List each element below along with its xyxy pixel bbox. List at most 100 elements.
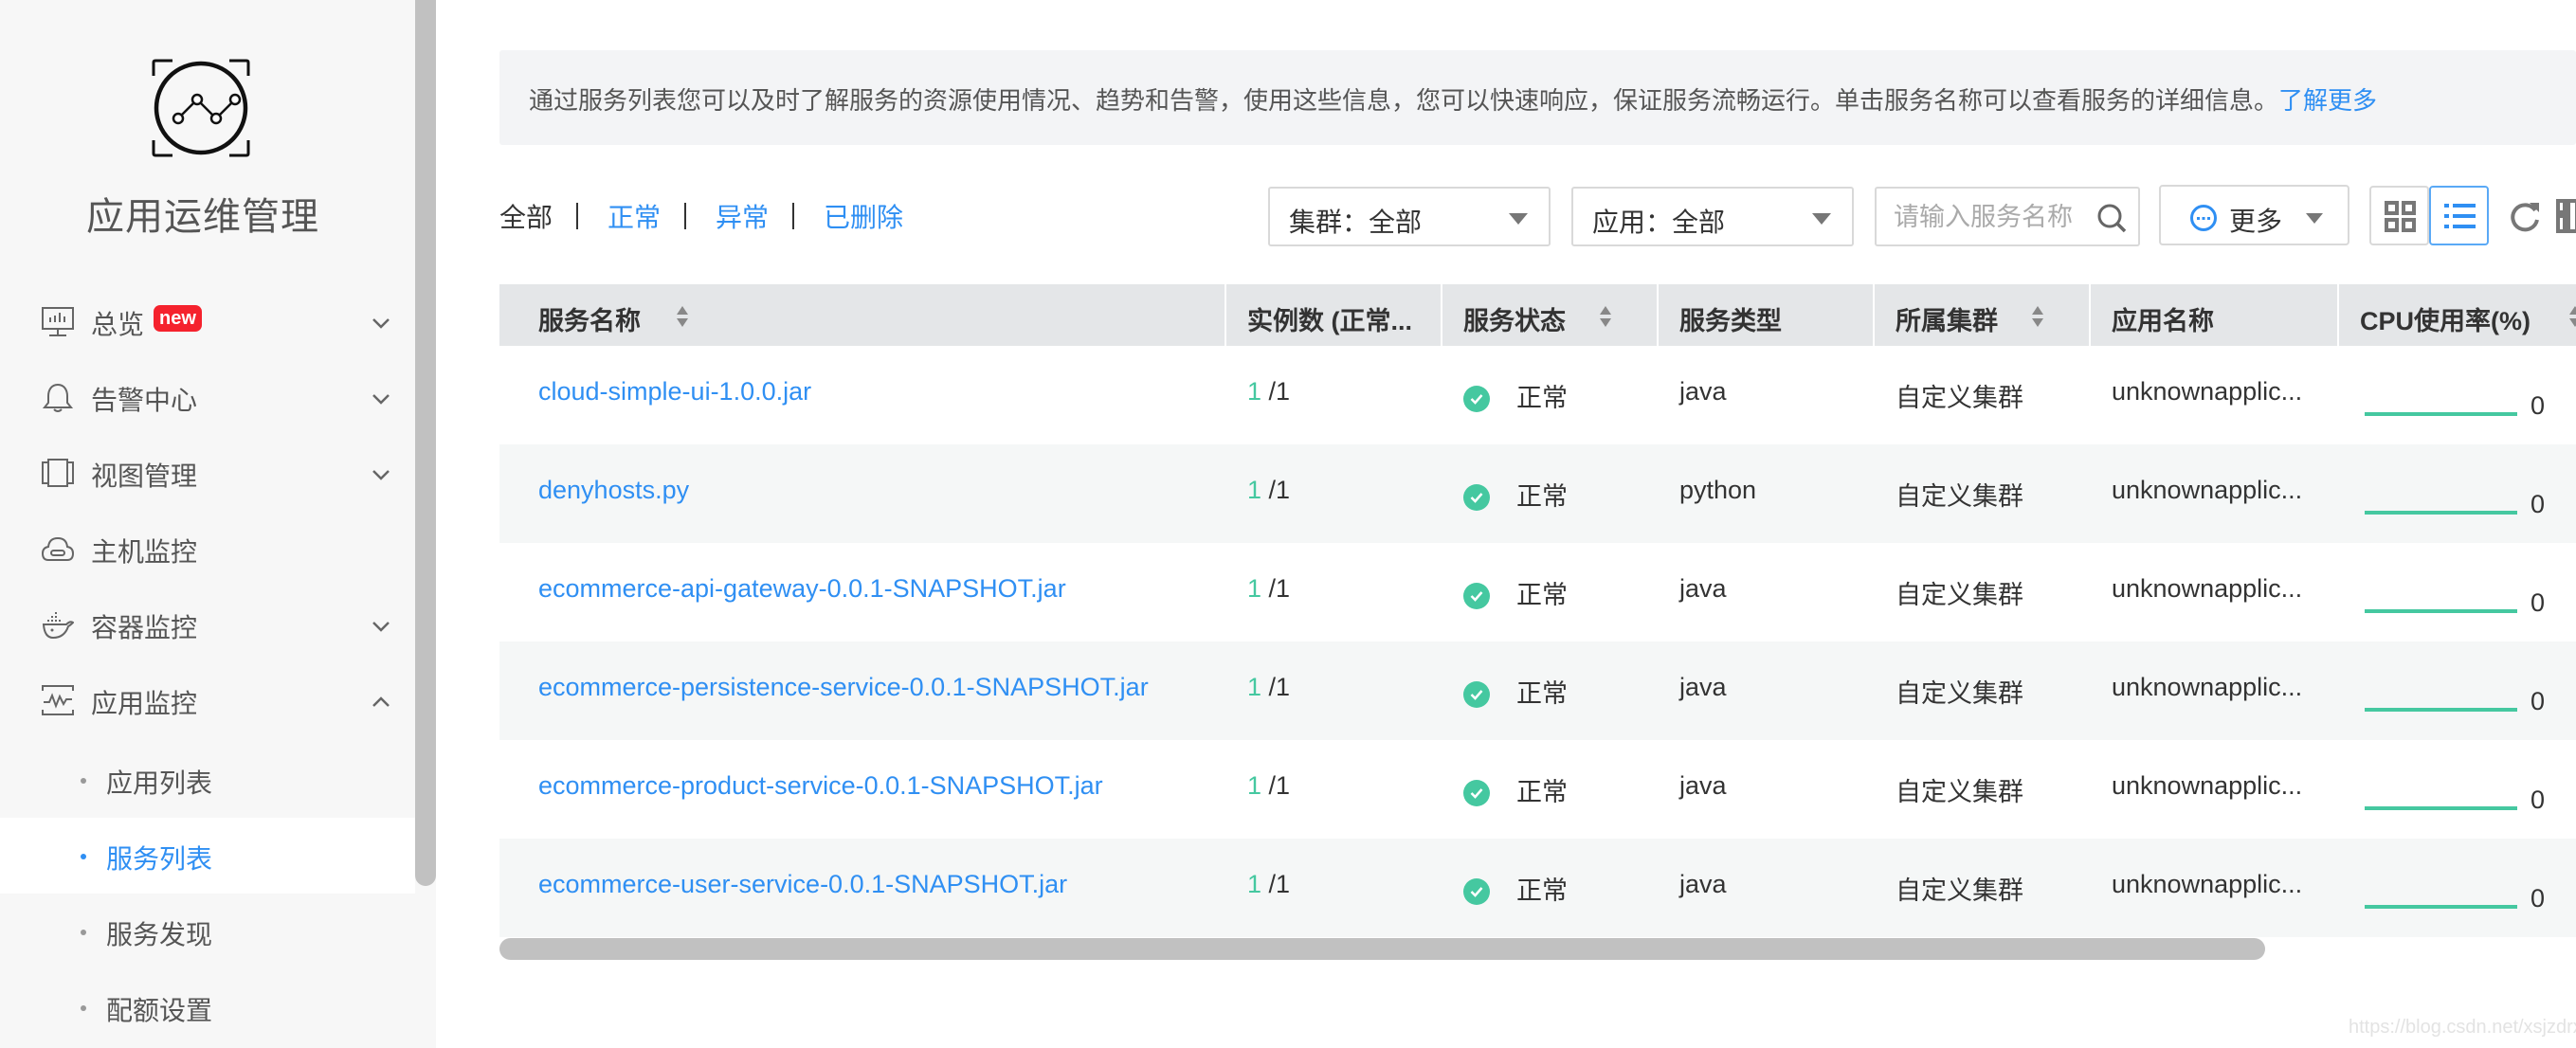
cpu-usage-value: 0 <box>2531 391 2546 420</box>
app-select[interactable]: 应用：全部 <box>1571 187 1854 246</box>
monitor-chart-icon <box>42 307 74 336</box>
sort-icon[interactable] <box>1599 304 1612 329</box>
tab-deleted[interactable]: 已删除 <box>824 197 903 235</box>
table-row[interactable]: ecommerce-product-service-0.0.1-SNAPSHOT… <box>499 740 2576 839</box>
service-name-link[interactable]: ecommerce-api-gateway-0.0.1-SNAPSHOT.jar <box>538 574 1066 604</box>
more-circle-icon <box>2190 205 2217 231</box>
table-header: 服务名称 实例数 (正常... 服务状态 服务类型 所属集群 应用名称 CPU使… <box>499 284 2576 346</box>
service-name-link[interactable]: ecommerce-user-service-0.0.1-SNAPSHOT.ja… <box>538 870 1067 899</box>
sidebar-item-label: 主机监控 <box>91 537 198 567</box>
cpu-usage-value: 0 <box>2531 490 2546 518</box>
service-status: 正常 <box>1516 581 1568 609</box>
service-status: 正常 <box>1516 778 1568 806</box>
healthy-instance-count: 1 <box>1247 870 1262 898</box>
column-header-label: CPU使用率(%) <box>2360 307 2531 335</box>
search-input[interactable] <box>1894 200 2093 234</box>
tab-divider <box>792 203 795 229</box>
column-header-label: 服务名称 <box>538 307 641 335</box>
more-button[interactable]: 更多 <box>2159 185 2349 245</box>
sort-icon[interactable] <box>2031 304 2044 329</box>
sidebar-subitem-quota-settings[interactable]: 配额设置 <box>0 969 415 1045</box>
caret-down-icon <box>1509 213 1528 225</box>
app-name: unknownapplic... <box>2112 574 2303 603</box>
cpu-sparkline <box>2365 806 2517 810</box>
sidebar-item-label: 视图管理 <box>91 461 198 491</box>
column-header-instances[interactable]: 实例数 (正常... <box>1226 284 1442 346</box>
total-instance-count: /1 <box>1268 673 1291 701</box>
cpu-usage-value: 0 <box>2531 687 2546 715</box>
column-header-status[interactable]: 服务状态 <box>1442 284 1659 346</box>
tab-divider <box>684 203 687 229</box>
tab-abnormal[interactable]: 异常 <box>716 197 769 235</box>
cluster-select-value: 集群：全部 <box>1289 208 1423 237</box>
learn-more-link[interactable]: 了解更多 <box>2278 86 2377 115</box>
service-status: 正常 <box>1516 482 1568 511</box>
bell-icon <box>42 383 74 412</box>
column-header-app-name[interactable]: 应用名称 <box>2091 284 2339 346</box>
grid-icon <box>2385 201 2416 232</box>
healthy-instance-count: 1 <box>1247 673 1262 701</box>
sidebar-scrollbar-thumb[interactable] <box>415 0 436 886</box>
service-name-link[interactable]: ecommerce-product-service-0.0.1-SNAPSHOT… <box>538 771 1103 801</box>
sidebar-item-alarm-center[interactable]: 告警中心 <box>0 361 415 437</box>
table-row[interactable]: ecommerce-user-service-0.0.1-SNAPSHOT.ja… <box>499 839 2576 937</box>
instance-count: 1 /1 <box>1247 771 1290 801</box>
service-type: java <box>1679 771 1727 800</box>
service-name-link[interactable]: denyhosts.py <box>538 476 689 505</box>
sidebar-subitem-service-list[interactable]: 服务列表 <box>0 818 415 894</box>
sidebar-item-overview[interactable]: 总览 new <box>0 285 415 361</box>
cpu-usage-value: 0 <box>2531 786 2546 814</box>
table-row[interactable]: ecommerce-api-gateway-0.0.1-SNAPSHOT.jar… <box>499 543 2576 641</box>
column-header-label: 所属集群 <box>1896 307 1998 335</box>
bullet-dot <box>81 1005 86 1011</box>
sort-icon[interactable] <box>676 304 689 329</box>
service-type: java <box>1679 673 1727 701</box>
sidebar-item-label: 告警中心 <box>91 386 198 415</box>
grid-view-button[interactable] <box>2369 186 2429 245</box>
service-name-link[interactable]: cloud-simple-ui-1.0.0.jar <box>538 377 811 407</box>
service-name-link[interactable]: ecommerce-persistence-service-0.0.1-SNAP… <box>538 673 1149 702</box>
sidebar-item-container-monitor[interactable]: 容器监控 <box>0 588 415 664</box>
column-header-cluster[interactable]: 所属集群 <box>1875 284 2091 346</box>
search-icon[interactable] <box>2096 203 2127 233</box>
watermark: https://blog.csdn.net/xsjzdrxsjzdr <box>2349 1017 2576 1038</box>
tab-all[interactable]: 全部 <box>499 197 553 235</box>
app-name: unknownapplic... <box>2112 377 2303 406</box>
list-view-button[interactable] <box>2429 186 2489 245</box>
column-header-service-name[interactable]: 服务名称 <box>499 284 1226 346</box>
sidebar-subitem-service-discovery[interactable]: 服务发现 <box>0 894 415 969</box>
column-settings-icon[interactable] <box>2556 199 2576 233</box>
sort-icon[interactable] <box>2568 304 2576 329</box>
cpu-usage-value: 0 <box>2531 588 2546 617</box>
sidebar-item-view-management[interactable]: 视图管理 <box>0 437 415 513</box>
bullet-dot <box>81 778 86 784</box>
bullet-dot <box>81 930 86 935</box>
table-row[interactable]: denyhosts.py 1 /1 正常 python 自定义集群 unknownappl… <box>499 444 2576 543</box>
cpu-sparkline <box>2365 905 2517 909</box>
sidebar: 应用运维管理 总览 new 告警中心 视图管理 主机监控 容器监控 应用监控 应… <box>0 0 415 1048</box>
refresh-icon[interactable] <box>2509 199 2541 233</box>
chevron-up-icon <box>372 696 390 707</box>
cluster-name: 自定义集群 <box>1896 581 2023 609</box>
table-row[interactable]: cloud-simple-ui-1.0.0.jar 1 /1 正常 java 自定义集群… <box>499 346 2576 444</box>
check-circle-icon <box>1463 583 1490 609</box>
service-search <box>1875 187 2140 246</box>
service-type: java <box>1679 870 1727 898</box>
column-header-service-type[interactable]: 服务类型 <box>1659 284 1875 346</box>
tab-normal[interactable]: 正常 <box>608 197 661 235</box>
more-button-label: 更多 <box>2229 207 2283 236</box>
sidebar-item-label: 容器监控 <box>91 613 198 642</box>
sidebar-subitem-app-list[interactable]: 应用列表 <box>0 742 415 818</box>
column-header-cpu-usage[interactable]: CPU使用率(%) <box>2339 284 2576 346</box>
table-horizontal-scrollbar[interactable] <box>499 938 2265 960</box>
cluster-name: 自定义集群 <box>1896 384 2023 412</box>
sidebar-item-app-monitor[interactable]: 应用监控 <box>0 664 415 740</box>
total-instance-count: /1 <box>1268 377 1291 406</box>
app-monitor-icon <box>42 685 74 715</box>
sidebar-item-host-monitor[interactable]: 主机监控 <box>0 513 415 588</box>
table-row[interactable]: ecommerce-persistence-service-0.0.1-SNAP… <box>499 641 2576 740</box>
healthy-instance-count: 1 <box>1247 476 1262 504</box>
check-circle-icon <box>1463 780 1490 806</box>
cluster-select[interactable]: 集群：全部 <box>1268 187 1551 246</box>
chevron-down-icon <box>372 622 390 632</box>
